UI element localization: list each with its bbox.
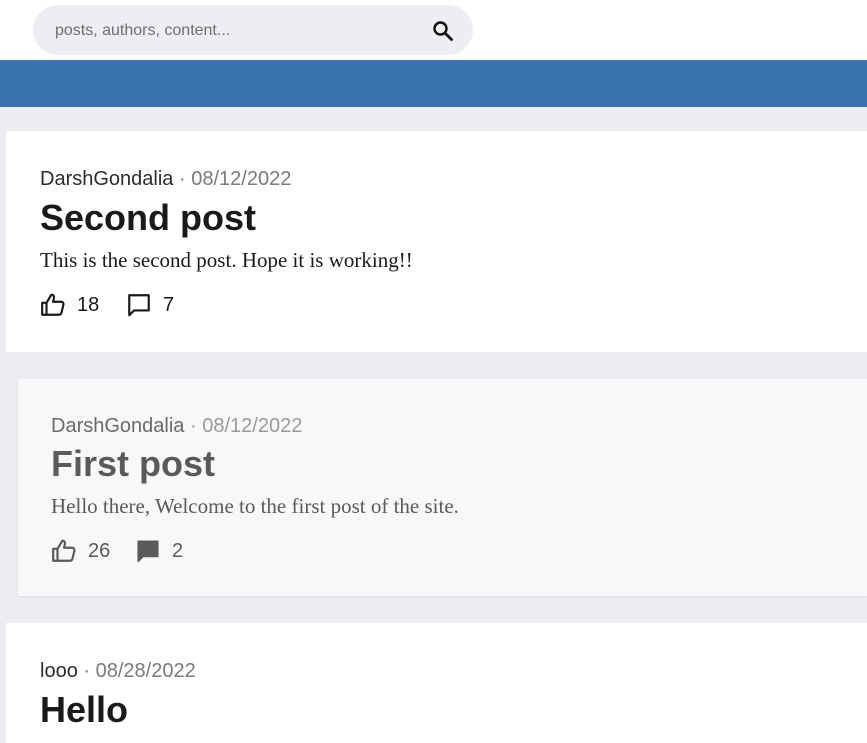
like-count: 26 xyxy=(88,539,111,562)
post-title[interactable]: Second post xyxy=(40,197,256,239)
search-input[interactable] xyxy=(53,17,417,45)
post-author[interactable]: DarshGondalia xyxy=(40,168,173,190)
post-meta: DarshGondalia · 08/12/2022 xyxy=(40,168,291,191)
like-button[interactable]: 26 xyxy=(51,538,110,564)
like-button[interactable]: 18 xyxy=(40,292,99,318)
comment-count: 7 xyxy=(163,293,175,316)
comment-button[interactable]: 2 xyxy=(135,538,183,564)
search-bar[interactable] xyxy=(33,5,473,55)
meta-separator: · xyxy=(178,168,186,190)
thumbs-up-icon xyxy=(52,539,76,562)
comment-count: 2 xyxy=(172,539,184,562)
post-body: Hello there, Welcome to the first post o… xyxy=(51,494,459,518)
post-date: 08/12/2022 xyxy=(202,415,303,437)
post-title[interactable]: First post xyxy=(51,443,215,485)
post-meta: looo · 08/28/2022 xyxy=(40,660,196,683)
post-title[interactable]: Hello xyxy=(40,689,128,731)
post-meta: DarshGondalia · 08/12/2022 xyxy=(51,415,302,438)
post-date: 08/28/2022 xyxy=(95,660,196,682)
post-date: 08/12/2022 xyxy=(191,168,292,190)
post-card[interactable]: DarshGondalia · 08/12/2022 First post He… xyxy=(18,379,867,596)
post-author[interactable]: DarshGondalia xyxy=(51,415,184,437)
search-icon[interactable] xyxy=(431,19,455,43)
comment-button[interactable]: 7 xyxy=(126,292,174,318)
post-card[interactable]: DarshGondalia · 08/12/2022 Second post T… xyxy=(6,131,867,352)
comment-filled-icon xyxy=(137,540,159,563)
post-body: This is the second post. Hope it is work… xyxy=(40,248,413,272)
post-author[interactable]: looo xyxy=(40,660,78,682)
post-card[interactable]: looo · 08/28/2022 Hello xyxy=(6,623,867,743)
top-bar xyxy=(0,0,867,60)
meta-separator: · xyxy=(83,660,91,682)
comment-outline-icon xyxy=(128,294,150,317)
meta-separator: · xyxy=(189,415,197,437)
like-count: 18 xyxy=(77,293,100,316)
thumbs-up-icon xyxy=(41,293,65,316)
header-banner xyxy=(0,60,867,107)
